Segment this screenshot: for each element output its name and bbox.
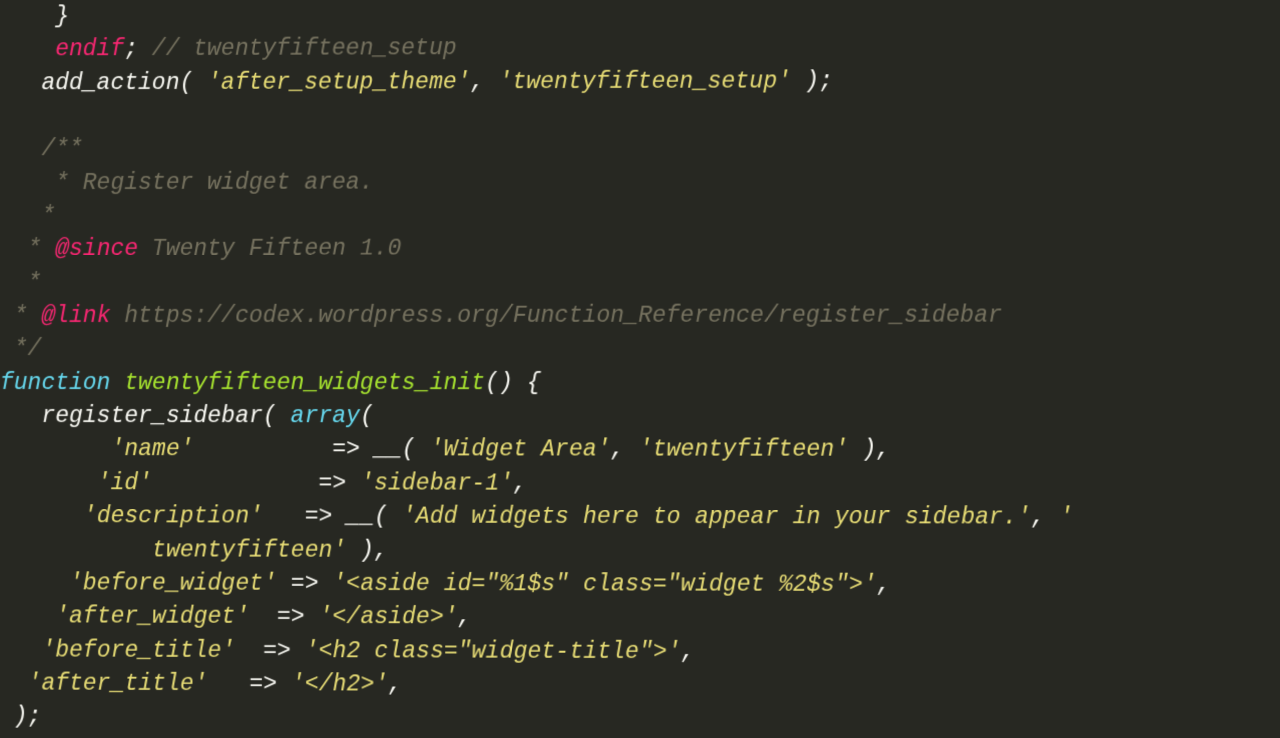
- string-literal: 'after_setup_theme': [207, 69, 470, 96]
- string-continuation: twentyfifteen': [0, 537, 346, 564]
- string-literal: 'twentyfifteen': [639, 437, 849, 463]
- array-key: 'before_title': [41, 637, 235, 664]
- line-end: ,: [458, 604, 472, 630]
- code-line: 'id' => 'sidebar-1',: [0, 470, 527, 497]
- inline-comment: // twentyfifteen_setup: [152, 36, 457, 63]
- docblock-line: * @since Twenty Fifteen 1.0: [0, 236, 401, 262]
- line-end: ,: [388, 671, 402, 697]
- code-line: register_sidebar( array(: [0, 403, 374, 429]
- code-line: 'name' => __( 'Widget Area', 'twentyfift…: [0, 436, 890, 463]
- code-line: 'before_title' => '<h2 class="widget-tit…: [0, 637, 695, 665]
- array-key: 'id': [97, 470, 152, 496]
- docblock-line: *: [0, 270, 41, 296]
- string-literal: '</aside>': [319, 604, 458, 630]
- arrow: => __(: [194, 437, 430, 463]
- comma: ,: [1031, 504, 1059, 530]
- string-literal: '</h2>': [291, 671, 388, 697]
- docblock-line: * @link https://codex.wordpress.org/Func…: [0, 303, 1002, 330]
- code-line: 'before_widget' => '<aside id="%1$s" cla…: [0, 570, 891, 598]
- indent: [0, 470, 97, 496]
- arrow: =>: [208, 671, 291, 697]
- string-literal: 'twentyfifteen_setup': [498, 68, 791, 95]
- indent: [0, 603, 55, 629]
- code-line: 'after_widget' => '</aside>',: [0, 603, 472, 630]
- string-literal: '<h2 class="widget-title">': [305, 638, 681, 665]
- arrow: =>: [249, 604, 318, 630]
- paren: (: [360, 403, 374, 429]
- array-key: 'after_title': [28, 670, 208, 697]
- code-editor-viewport[interactable]: } endif; // twentyfifteen_setup add_acti…: [0, 0, 1280, 738]
- function-name: twentyfifteen_widgets_init: [124, 370, 485, 396]
- docblock-line: *: [0, 203, 55, 229]
- fn-call: register_sidebar(: [0, 403, 291, 429]
- array-key: 'after_widget': [55, 604, 249, 631]
- code-line: add_action( 'after_setup_theme', 'twenty…: [0, 68, 833, 96]
- code-line: );: [0, 704, 41, 730]
- indent: [0, 570, 69, 596]
- code-line: endif; // twentyfifteen_setup: [0, 36, 457, 63]
- keyword-endif: endif: [0, 36, 124, 62]
- fn-call: add_action(: [0, 70, 207, 96]
- string-literal: 'sidebar-1': [360, 470, 513, 496]
- docblock-text: Twenty Fifteen 1.0: [138, 236, 401, 262]
- array-key: 'description': [83, 503, 263, 529]
- code-line: twentyfifteen' ),: [0, 537, 388, 564]
- line-end: ),: [346, 537, 388, 563]
- docblock-url: https://codex.wordpress.org/Function_Ref…: [111, 303, 1003, 330]
- comma: ,: [471, 69, 499, 95]
- params-brace: () {: [485, 370, 541, 396]
- indent: [0, 637, 41, 663]
- keyword-function: function: [0, 370, 111, 396]
- docblock-line: */: [0, 336, 41, 362]
- indent: [0, 503, 83, 529]
- docblock-tag-since: @since: [55, 236, 138, 262]
- line-end: ,: [877, 572, 891, 598]
- code-line: 'description' => __( 'Add widgets here t…: [0, 503, 1073, 531]
- comma: ,: [611, 437, 639, 463]
- array-key: 'name': [111, 437, 194, 463]
- code-line: }: [0, 3, 69, 29]
- code-line: function twentyfifteen_widgets_init() {: [0, 370, 541, 396]
- arrow: => __(: [263, 504, 402, 530]
- arrow: =>: [152, 470, 360, 496]
- array-key: 'before_widget': [69, 570, 277, 596]
- docblock-line: /**: [0, 136, 83, 162]
- line-end: ,: [513, 470, 527, 496]
- arrow: =>: [277, 571, 333, 597]
- string-literal: 'Add widgets here to appear in your side…: [402, 504, 1031, 531]
- string-literal: '<aside id="%1$s" class="widget %2$s">': [332, 571, 876, 598]
- indent: [0, 436, 111, 462]
- docblock-tag-link: @link: [41, 303, 110, 329]
- keyword-array: array: [291, 403, 360, 429]
- semicolon: ;: [124, 36, 152, 62]
- string-quote: ': [1059, 504, 1073, 530]
- arrow: =>: [235, 637, 304, 663]
- docblock-prefix: *: [0, 303, 41, 329]
- line-end: ,: [681, 638, 695, 664]
- docblock-line: * Register widget area.: [0, 169, 374, 196]
- indent: [0, 670, 28, 696]
- code-line: 'after_title' => '</h2>',: [0, 670, 402, 697]
- string-literal: 'Widget Area': [430, 437, 611, 463]
- line-end: ),: [848, 437, 890, 463]
- space: [111, 370, 125, 396]
- line-end: );: [791, 68, 833, 94]
- docblock-prefix: *: [0, 236, 55, 262]
